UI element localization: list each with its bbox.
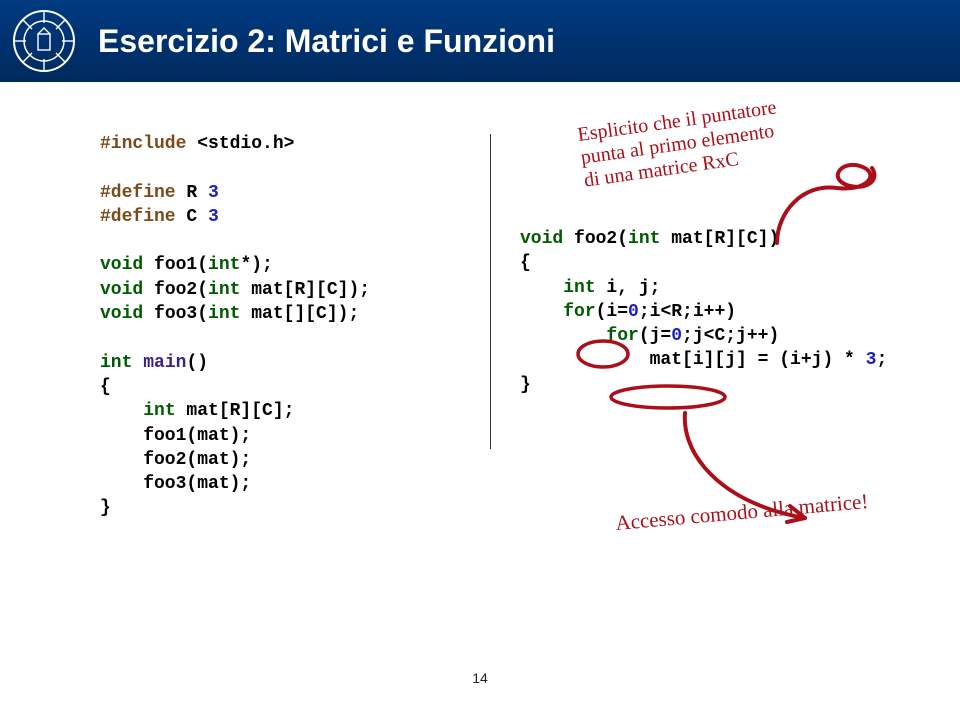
code-left-column: #include <stdio.h> #define R 3 #define C… [100,132,480,521]
circle-annotation-foo2-icon [575,337,631,371]
page-number: 14 [472,670,488,686]
slide-body: #include <stdio.h> #define R 3 #define C… [0,82,960,521]
code-right-column: Esplicito che il puntatore punta al prim… [480,132,900,521]
handwritten-note-top: Esplicito che il puntatore punta al prim… [576,96,784,192]
code-block-right: void foo2(int mat[R][C]) { int i, j; for… [520,227,900,397]
slide-title: Esercizio 2: Matrici e Funzioni [98,23,555,60]
slide-header: Esercizio 2: Matrici e Funzioni [0,0,960,82]
circle-annotation-for-icon [608,383,728,411]
polimi-logo-icon [12,9,76,73]
swirl-annotation-icon [772,158,892,248]
code-block-left: #include <stdio.h> #define R 3 #define C… [100,132,470,521]
